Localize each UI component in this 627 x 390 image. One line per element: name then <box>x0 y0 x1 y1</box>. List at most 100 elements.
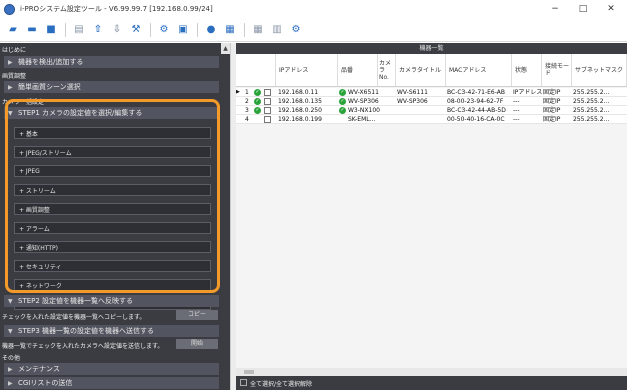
cell-status: --- <box>513 116 520 123</box>
cell-mac: 00-50-40-16-CA-0C <box>447 116 505 123</box>
col-header-status[interactable]: 状態 <box>512 54 542 87</box>
row-selected-marker: ▶ <box>236 89 240 95</box>
toolbar-separator <box>150 22 151 37</box>
cell-model: W3-NX100 <box>348 107 380 114</box>
arrow-icon: ▶ <box>8 379 13 387</box>
row-checkbox[interactable] <box>264 98 271 105</box>
col-header-model[interactable]: 品番 <box>338 54 378 87</box>
section-label-other: その他 <box>2 355 21 362</box>
report-icon[interactable]: ▦ <box>223 23 237 37</box>
col-header-ip[interactable]: IPアドレス <box>276 54 338 87</box>
cell-status: --- <box>513 107 520 114</box>
nav-label: 機器を検出/追加する <box>18 58 84 66</box>
row-checkbox[interactable] <box>264 116 271 123</box>
cell-model: WV-SP306 <box>348 98 379 105</box>
nav-detect-devices[interactable]: ▶ 機器を検出/追加する <box>4 56 219 68</box>
open-folder-icon[interactable]: ▬ <box>25 23 39 37</box>
nav-maintenance[interactable]: ▶ メンテナンス <box>4 363 219 375</box>
row-number: 4 <box>245 116 249 123</box>
select-all-checkbox[interactable] <box>240 379 247 386</box>
close-button[interactable]: ✕ <box>597 0 625 18</box>
step2-description: チェックを入れた設定値を機器一覧へコピーします。 <box>2 314 146 321</box>
highlight-frame <box>5 99 220 293</box>
cell-subnet: 255.255.2... <box>573 116 610 123</box>
row-checkbox[interactable] <box>264 107 271 114</box>
scrollbar-thumb[interactable] <box>244 370 254 374</box>
step3-description: 機器一覧でチェックを入れたカメラへ設定値を送信します。 <box>2 343 164 350</box>
cell-mac: 08-00-23-94-62-7F <box>447 98 504 105</box>
start-button[interactable]: 開始 <box>176 339 218 349</box>
toolbar-separator <box>244 22 245 37</box>
table-row[interactable]: ▶ 1 ✓ 192.168.0.11 ✓ WV-X6511 WV-S6111 B… <box>236 88 627 97</box>
table-row[interactable]: 3 ✓ 192.168.0.250 ✓ W3-NX100 BC-C3-42-44… <box>236 106 627 115</box>
cell-mode: 固定IP <box>543 116 561 123</box>
arrow-icon: ▶ <box>8 83 13 91</box>
cell-mode: 固定IP <box>543 89 561 96</box>
status-ok-icon: ✓ <box>254 98 261 105</box>
arrow-icon: ▶ <box>8 365 13 373</box>
user-icon[interactable]: ● <box>204 23 218 37</box>
status-ok-icon: ✓ <box>339 98 346 105</box>
upload-icon[interactable]: ⇧ <box>91 23 105 37</box>
settings-dropdown-icon[interactable]: ⚙ <box>157 23 171 37</box>
save-icon[interactable]: ■ <box>44 23 58 37</box>
nav-label: STEP2 設定値を機器一覧へ反映する <box>18 297 134 305</box>
section-label-image: 画質調整 <box>2 73 27 80</box>
app-icon <box>4 3 15 15</box>
window-title: i-PROシステム設定ツール - V6.99.99.7 [192.168.0.9… <box>20 5 213 13</box>
nav-label: メンテナンス <box>18 365 60 373</box>
col-header-subnet[interactable]: サブネットマスク <box>572 54 627 87</box>
cell-ip: 192.168.0.199 <box>278 116 322 123</box>
nav-scene-select[interactable]: ▶ 簡単画質シーン選択 <box>4 81 219 93</box>
nav-label: STEP3 機器一覧の設定値を機器へ送信する <box>18 327 155 335</box>
cell-status: --- <box>513 98 520 105</box>
left-panel: ▲ はじめに ▶ 機器を検出/追加する 画質調整 ▶ 簡単画質シーン選択 カメラ… <box>0 43 230 390</box>
cell-ip: 192.168.0.135 <box>278 98 322 105</box>
cell-ip: 192.168.0.250 <box>278 107 322 114</box>
col-header-camera-no[interactable]: カメラ No. <box>378 54 396 87</box>
download-icon[interactable]: ⇩ <box>110 23 124 37</box>
col-header-select <box>236 54 276 87</box>
select-all-bar: 全て選択/全て選択解除 <box>236 376 627 390</box>
device-dropdown-icon[interactable]: ▣ <box>176 23 190 37</box>
cell-mac: BC-C3-42-71-E6-AB <box>447 89 505 96</box>
section-label-intro: はじめに <box>2 47 27 54</box>
row-number: 1 <box>245 89 249 96</box>
status-ok-icon: ✓ <box>254 107 261 114</box>
nav-step2[interactable]: ▼ STEP2 設定値を機器一覧へ反映する <box>4 295 219 307</box>
col-header-mac[interactable]: MACアドレス <box>446 54 512 87</box>
cell-title <box>397 106 445 115</box>
nav-cgi-list[interactable]: ▶ CGIリストの送信 <box>4 377 219 389</box>
maximize-button[interactable]: □ <box>569 0 597 18</box>
arrow-icon: ▼ <box>8 327 13 335</box>
row-checkbox[interactable] <box>264 89 271 96</box>
status-ok-icon: ✓ <box>254 89 261 96</box>
col-header-camera-title[interactable]: カメラタイトル <box>396 54 446 87</box>
cell-title: WV-S6111 <box>397 89 428 96</box>
cell-ip: 192.168.0.11 <box>278 89 319 96</box>
tools-icon[interactable]: ⚒ <box>129 23 143 37</box>
minimize-button[interactable]: − <box>541 0 569 18</box>
cell-title: WV-SP306 <box>397 98 428 105</box>
list-icon[interactable]: ▤ <box>72 23 86 37</box>
table-icon[interactable]: ▥ <box>270 23 284 37</box>
device-list-panel: 機器一覧 IPアドレス 品番 カメラ No. カメラタイトル MACアドレス 状… <box>236 43 627 390</box>
arrow-icon: ▶ <box>8 58 13 66</box>
table-row[interactable]: 2 ✓ 192.168.0.135 ✓ WV-SP306 WV-SP306 08… <box>236 97 627 106</box>
cell-model: WV-X6511 <box>348 89 379 96</box>
cell-mode: 固定IP <box>543 107 561 114</box>
new-icon[interactable]: ▰ <box>6 23 20 37</box>
toolbar-separator <box>65 22 66 37</box>
col-header-connect-mode[interactable]: 接続モード <box>542 54 572 87</box>
status-ok-icon: ✓ <box>339 107 346 114</box>
grid-icon[interactable]: ▦ <box>251 23 265 37</box>
copy-button[interactable]: コピー <box>176 310 218 320</box>
nav-label: CGIリストの送信 <box>18 379 73 387</box>
scroll-up-button[interactable]: ▲ <box>221 43 230 54</box>
nav-step3[interactable]: ▼ STEP3 機器一覧の設定値を機器へ送信する <box>4 325 219 337</box>
toolbar: ▰ ▬ ■ ▤ ⇧ ⇩ ⚒ ⚙ ▣ ● ▦ ▦ ▥ ⚙ <box>0 18 627 42</box>
table-row[interactable]: 4 192.168.0.199 SK-EML... 00-50-40-16-CA… <box>236 115 627 124</box>
gear-icon[interactable]: ⚙ <box>289 23 303 37</box>
select-all-label[interactable]: 全て選択/全て選択解除 <box>250 379 312 388</box>
horizontal-scrollbar[interactable] <box>236 368 627 376</box>
